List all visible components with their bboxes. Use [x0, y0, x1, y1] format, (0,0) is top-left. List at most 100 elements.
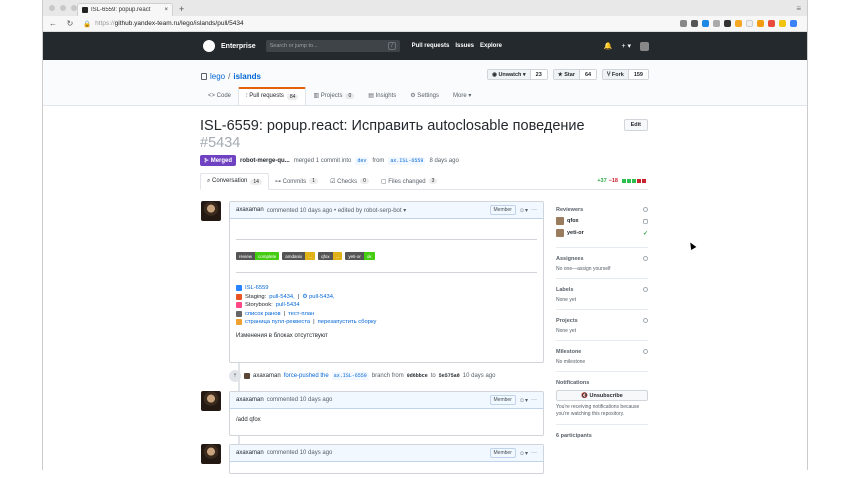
github-logo-icon[interactable] [203, 40, 215, 52]
tab-settings[interactable]: ⚙ Settings [403, 87, 446, 105]
tab-more[interactable]: More ▾ [446, 87, 478, 105]
tab-commits[interactable]: ⊶ Commits 1 [269, 173, 324, 189]
branch-tag[interactable]: ax.ISL-6559 [331, 372, 369, 380]
tab-files-changed[interactable]: ▢ Files changed 3 [375, 173, 443, 189]
staging-link[interactable]: pull-5434, [269, 294, 294, 300]
gear-icon[interactable] [643, 349, 648, 354]
avatar [556, 229, 564, 237]
staging-link[interactable]: ⚙ pull-5434, [302, 294, 334, 300]
event-author[interactable]: axaxaman [253, 373, 281, 379]
shield-icon[interactable] [713, 20, 720, 27]
forks-count[interactable]: 159 [627, 70, 648, 79]
review-badge[interactable]: review complete [236, 252, 280, 260]
tab-insights[interactable]: ▤ Insights [361, 87, 403, 105]
add-reaction-icon[interactable]: ☺▾ [519, 397, 528, 404]
avatar[interactable] [201, 201, 221, 221]
tab-code[interactable]: <> Code [201, 87, 238, 105]
counter: 3 [428, 178, 438, 184]
notifications-icon[interactable]: 🔔 [604, 42, 613, 50]
comment-meta[interactable]: commented 10 days ago • edited by robot-… [267, 207, 407, 214]
extension-icon[interactable] [702, 20, 709, 27]
repo-owner[interactable]: lego [210, 72, 225, 81]
commit-sha[interactable]: 5e575a8 [439, 373, 460, 379]
watchers-count[interactable]: 23 [529, 70, 547, 79]
reviewer-badge[interactable]: amdanix... [282, 252, 316, 260]
gear-icon[interactable] [643, 256, 648, 261]
merge-time: 8 days ago [429, 157, 459, 164]
unwatch-button[interactable]: ◉ Unwatch ▾ 23 [487, 69, 548, 80]
storybook-link[interactable]: pull-5434 [276, 302, 300, 308]
more-options-icon[interactable]: ··· [531, 450, 537, 456]
gear-icon[interactable] [643, 318, 648, 323]
create-new-menu[interactable]: + ▾ [621, 42, 631, 50]
reviewer-item[interactable]: yeti-or ✓ [556, 229, 648, 237]
testplan-link[interactable]: тест-план [288, 311, 314, 317]
close-tab-icon[interactable]: × [164, 7, 168, 13]
extension-icon[interactable] [757, 20, 764, 27]
gear-icon[interactable] [643, 287, 648, 292]
comment-author[interactable]: axaxaman [236, 397, 264, 403]
sidebar: Reviewers qfox ◻ yeti-or ✓ Assignees No on… [556, 207, 648, 443]
commit-sha[interactable]: 0d6bbce [407, 373, 428, 379]
extension-icon[interactable] [724, 20, 731, 27]
nav-pull-requests[interactable]: Pull requests [412, 43, 450, 49]
additions: +37 [597, 178, 607, 184]
star-button[interactable]: ★ Star 64 [552, 69, 598, 80]
pr-page-link[interactable]: страница пулл-реквеста [245, 319, 310, 325]
check-icon: ✓ [642, 230, 648, 237]
comment-author[interactable]: axaxaman [236, 207, 264, 213]
extension-icon[interactable] [746, 20, 753, 27]
nav-explore[interactable]: Explore [480, 43, 502, 49]
reload-icon[interactable]: ↻ [66, 19, 74, 28]
search-input[interactable]: Search or jump to... / [265, 40, 400, 52]
comment-author[interactable]: axaxaman [236, 450, 264, 456]
nav-issues[interactable]: Issues [455, 43, 474, 49]
new-tab-icon[interactable]: + [179, 4, 184, 14]
browser-tab[interactable]: ISL-6559: popup.react × [77, 3, 173, 16]
back-icon[interactable]: ← [49, 19, 57, 28]
repo-name[interactable]: islands [233, 72, 261, 81]
edit-button[interactable]: Edit [623, 119, 648, 131]
reviewer-badge[interactable]: yeti-or ok [345, 252, 375, 260]
fork-button[interactable]: Ⴤ Fork 159 [602, 69, 649, 80]
overflow-menu-icon[interactable]: ≡ [796, 4, 801, 13]
more-options-icon[interactable]: ··· [531, 207, 537, 213]
more-options-icon[interactable]: ··· [531, 397, 537, 403]
add-reaction-icon[interactable]: ☺▾ [519, 207, 528, 214]
assign-yourself-link[interactable]: No one—assign yourself [556, 266, 648, 272]
tab-pull-requests[interactable]: ⫶ Pull requests 84 [238, 87, 307, 105]
tab-conversation[interactable]: ⌕ Conversation 14 [200, 173, 269, 190]
force-pushed-link[interactable]: force-pushed the [284, 373, 329, 379]
tab-projects[interactable]: ▥ Projects 0 [306, 87, 361, 105]
github-header: Enterprise Search or jump to... / Pull r… [43, 32, 807, 60]
extension-icon[interactable] [779, 20, 786, 27]
avatar[interactable] [244, 373, 250, 379]
comment-meta[interactable]: commented 10 days ago [267, 450, 333, 456]
stars-count[interactable]: 64 [578, 70, 597, 79]
head-branch[interactable]: ax.ISL-6559 [388, 156, 426, 165]
youtube-icon[interactable] [768, 20, 775, 27]
rebuild-link[interactable]: перезапустить сборку [318, 319, 377, 325]
divider [236, 272, 537, 273]
issue-link[interactable]: ISL-6559 [245, 285, 269, 291]
pocket-icon[interactable] [691, 20, 698, 27]
reviewer-item[interactable]: qfox ◻ [556, 217, 648, 225]
runs-link[interactable]: список ранов [245, 311, 281, 317]
address-bar[interactable]: 🔒 https://github.yandex-team.ru/lego/isl… [83, 18, 671, 29]
merger-link[interactable]: robot-merge-qu... [240, 158, 290, 164]
gear-icon[interactable] [643, 207, 648, 212]
add-reaction-icon[interactable]: ☺▾ [519, 450, 528, 457]
tab-checks[interactable]: ☑ Checks 0 [324, 173, 375, 189]
download-icon[interactable] [790, 20, 797, 27]
user-avatar[interactable] [640, 41, 649, 51]
reviewer-badge[interactable]: qfox... [318, 252, 343, 260]
avatar[interactable] [201, 444, 221, 464]
window-controls[interactable] [49, 5, 77, 11]
unsubscribe-button[interactable]: 🔇 Unsubscribe [556, 390, 648, 401]
comment-text: Изменения в блоках отсутствуют [236, 333, 328, 339]
extension-icon[interactable] [735, 20, 742, 27]
avatar[interactable] [201, 391, 221, 411]
bookmark-icon[interactable] [680, 20, 687, 27]
base-branch[interactable]: dev [355, 156, 369, 165]
comment-meta[interactable]: commented 10 days ago [267, 397, 333, 403]
